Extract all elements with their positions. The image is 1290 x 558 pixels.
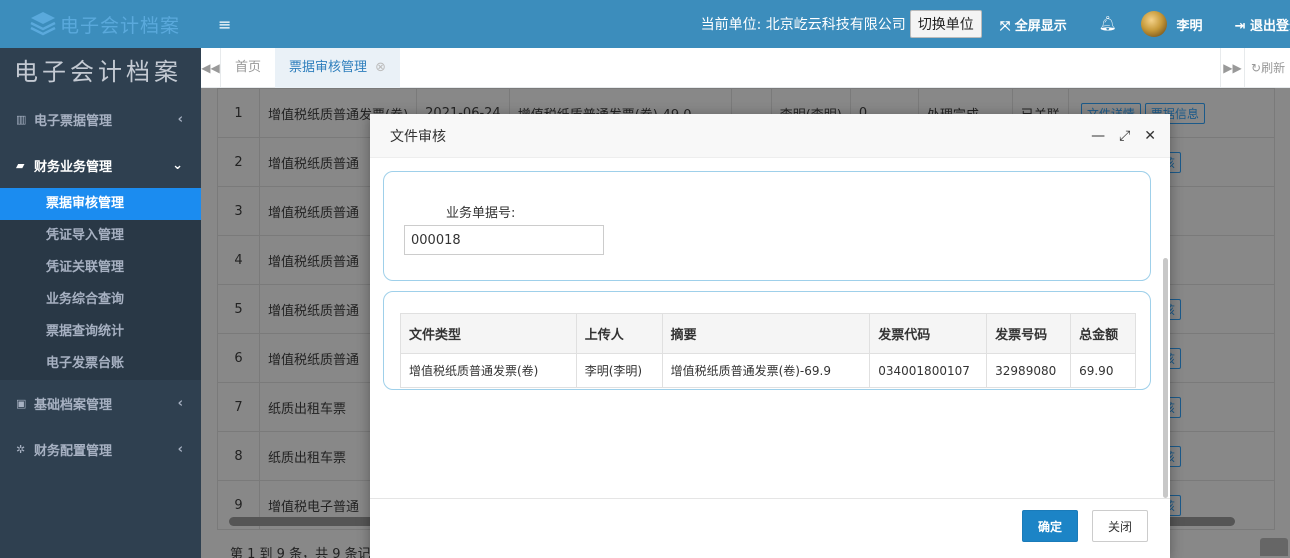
logout-label: 退出登录 [1249,18,1290,34]
close-icon[interactable]: ✕ [1144,128,1156,144]
logo-icon [30,12,56,36]
cell-row-number: 5 [217,284,260,334]
sidebar: 电子会计档案 电子会计档案 ▥ 电子票据管理 ‹ ▰ 财务业务管理 ⌄ 票据审核… [0,0,201,558]
username[interactable]: 李明 [1177,15,1203,34]
cell-row-number: 3 [217,186,260,236]
cell-row-number: 1 [217,88,260,138]
book-icon: ▰ [16,158,25,172]
close-button[interactable]: 关闭 [1092,510,1148,542]
refresh-icon: ↻ [1251,61,1262,75]
col-uploader: 上传人 [575,313,663,354]
cell-invoice-number: 32989080 [986,353,1072,388]
logout-button[interactable]: ⇥ 退出登录 [1235,15,1290,34]
dialog-scrollbar[interactable] [1163,258,1168,498]
file-review-dialog: 文件审核 — ⤢ ✕ 业务单据号: 文件类型 上传人 摘要 发票代码 发票号码 … [370,114,1170,558]
cell-row-number: 8 [217,431,260,481]
invoice-list-section: 文件类型 上传人 摘要 发票代码 发票号码 总金额 增值税纸质普通发票(卷) 李… [383,291,1151,390]
menu-group-label: 基础档案管理 [34,397,113,413]
dialog-title: 文件审核 [390,128,446,145]
menu-group-label: 财务配置管理 [34,443,113,459]
barcode-icon: ▥ [16,112,27,126]
sidebar-item-invoice-review[interactable]: 票据审核管理 [0,188,201,220]
menu-group-label: 财务业务管理 [34,159,113,175]
document-number-section: 业务单据号: [383,171,1151,281]
minimize-icon[interactable]: — [1091,128,1105,144]
chevron-left-icon: ‹ [177,111,183,127]
chevron-left-icon: ‹ [177,441,183,457]
menu-group-label: 电子票据管理 [34,113,113,129]
refresh-button[interactable]: ↻刷新 [1244,48,1290,88]
switch-unit-button[interactable]: 切换单位 [909,10,982,38]
expand-icon: ⤧ [999,18,1015,34]
col-invoice-number: 发票号码 [986,313,1072,354]
table-header-row: 文件类型 上传人 摘要 发票代码 发票号码 总金额 [400,313,1136,354]
system-title: 电子会计档案 [14,58,182,86]
gear-icon: ✲ [16,442,26,456]
menu-group-finance[interactable]: ▰ 财务业务管理 ⌄ [0,142,201,188]
sidebar-item-voucher-import[interactable]: 凭证导入管理 [0,220,201,252]
cell-row-number: 4 [217,235,260,285]
tab-close-icon[interactable]: ⊗ [371,60,386,75]
confirm-button[interactable]: 确定 [1022,510,1078,542]
cell-row-number: 2 [217,137,260,187]
top-header: ≡ 当前单位: 北京屹云科技有限公司 切换单位 ⤧ 全屏显示 🔔︎ 李明 ⇥ 退… [201,0,1290,48]
tab-invoice-review[interactable]: 票据审核管理 ⊗ [275,47,401,88]
tab-home[interactable]: 首页 [221,48,275,88]
back-to-top-button[interactable] [1260,538,1288,556]
menu-toggle-icon[interactable]: ≡ [218,15,234,34]
current-unit-label: 当前单位: 北京屹云科技有限公司 [700,17,906,33]
tab-scroll-right-icon[interactable]: ▶▶ [1220,48,1244,88]
logo-text: 电子会计档案 [60,14,181,37]
header-actions: 当前单位: 北京屹云科技有限公司 切换单位 ⤧ 全屏显示 🔔︎ 李明 ⇥ 退出登… [701,0,1290,48]
cell-total-amount: 69.90 [1070,353,1136,388]
cell-row-number: 6 [217,333,260,383]
cell-file-type: 增值税纸质普通发票(卷) [400,353,577,388]
fullscreen-button[interactable]: ⤧ 全屏显示 [1000,15,1067,34]
sidebar-item-voucher-link[interactable]: 凭证关联管理 [0,252,201,284]
cell-uploader: 李明(李明) [575,353,663,388]
chevron-left-icon: ‹ [177,395,183,411]
menu-group-e-invoice[interactable]: ▥ 电子票据管理 ‹ [0,96,201,142]
document-number-label: 业务单据号: [446,206,516,221]
logo-bar: 电子会计档案 [0,0,201,48]
cell-summary: 增值税纸质普通发票(卷)-69.9 [661,353,871,388]
cell-row-number: 7 [217,382,260,432]
archive-icon: ▣ [16,396,27,410]
tab-bar: ◀◀ 首页 票据审核管理 ⊗ ▶▶ ↻刷新 [201,47,1290,88]
invoice-detail-table: 文件类型 上传人 摘要 发票代码 发票号码 总金额 增值税纸质普通发票(卷) 李… [400,313,1136,388]
col-file-type: 文件类型 [400,313,577,354]
col-total-amount: 总金额 [1070,313,1136,354]
avatar[interactable] [1140,11,1167,37]
tab-scroll-left-icon[interactable]: ◀◀ [201,47,221,88]
maximize-icon[interactable]: ⤢ [1119,128,1130,144]
tab-label: 票据审核管理 [289,59,368,75]
col-summary: 摘要 [661,313,871,354]
sidebar-item-e-invoice-ledger[interactable]: 电子发票台账 [0,348,201,380]
dialog-header: 文件审核 [370,114,1170,158]
refresh-label: 刷新 [1261,61,1286,75]
cell-invoice-code: 034001800107 [869,353,988,388]
menu-group-finance-config[interactable]: ✲ 财务配置管理 ‹ [0,426,201,472]
dialog-tools: — ⤢ ✕ [1091,128,1156,144]
menu-group-basic-archive[interactable]: ▣ 基础档案管理 ‹ [0,380,201,426]
bell-icon[interactable]: 🔔︎ [1099,16,1117,32]
document-number-input[interactable] [404,225,604,255]
chevron-down-icon: ⌄ [172,157,183,173]
submenu-finance: 票据审核管理 凭证导入管理 凭证关联管理 业务综合查询 票据查询统计 电子发票台… [0,188,201,380]
logout-icon: ⇥ [1234,18,1250,34]
sidebar-item-invoice-stats[interactable]: 票据查询统计 [0,316,201,348]
table-row[interactable]: 增值税纸质普通发票(卷) 李明(李明) 增值税纸质普通发票(卷)-69.9 03… [400,353,1136,388]
dialog-footer: 确定 关闭 [370,498,1170,558]
col-invoice-code: 发票代码 [869,313,988,354]
sidebar-item-business-query[interactable]: 业务综合查询 [0,284,201,316]
fullscreen-label: 全屏显示 [1014,18,1067,34]
